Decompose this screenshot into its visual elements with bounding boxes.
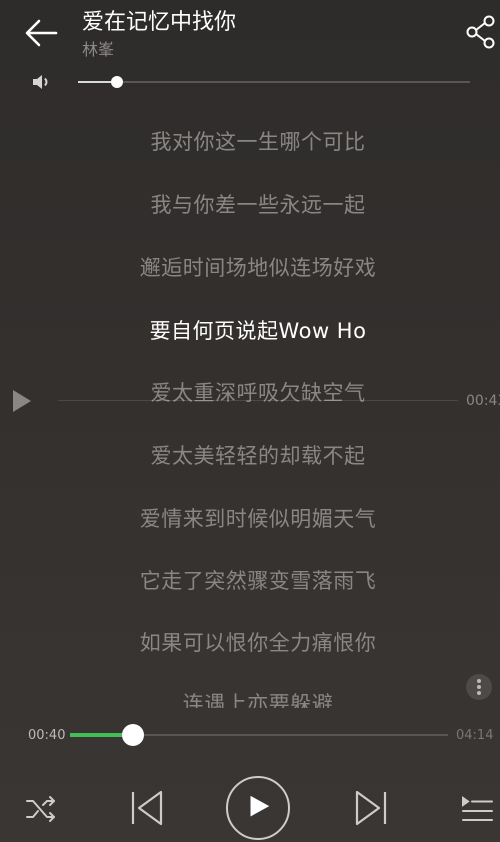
back-arrow-icon[interactable] bbox=[22, 14, 60, 52]
progress-thumb[interactable] bbox=[122, 724, 144, 746]
playlist-icon[interactable] bbox=[460, 792, 494, 826]
seek-play-icon[interactable] bbox=[10, 388, 34, 414]
share-icon[interactable] bbox=[464, 14, 498, 50]
lyric-line: 连遇上亦要躲避 bbox=[182, 692, 334, 708]
lyric-seek-time: 00:43 bbox=[466, 393, 500, 409]
lyric-line: 爱情来到时候似明媚天气 bbox=[139, 507, 377, 531]
volume-slider-track[interactable] bbox=[78, 81, 470, 83]
current-time: 00:40 bbox=[28, 728, 66, 743]
lyric-line: 爱太美轻轻的却载不起 bbox=[150, 444, 366, 468]
lyric-line-current: 要自何页说起Wow Ho bbox=[149, 319, 367, 343]
skip-previous-icon[interactable] bbox=[128, 788, 166, 828]
shuffle-icon[interactable] bbox=[24, 792, 58, 826]
lyric-line: 邂逅时间场地似连场好戏 bbox=[139, 256, 377, 280]
lyric-line: 它走了突然骤变雪落雨飞 bbox=[139, 569, 377, 593]
more-vertical-icon[interactable] bbox=[466, 674, 492, 700]
lyric-line: 我对你这一生哪个可比 bbox=[150, 130, 366, 154]
song-title: 爱在记忆中找你 bbox=[82, 10, 237, 35]
play-pause-button[interactable] bbox=[226, 776, 290, 840]
skip-next-icon[interactable] bbox=[352, 788, 390, 828]
lyric-line: 如果可以恨你全力痛恨你 bbox=[139, 631, 377, 655]
lyric-seek-line bbox=[58, 400, 458, 401]
artist-name: 林峯 bbox=[82, 40, 115, 59]
lyric-line: 我与你差一些永远一起 bbox=[150, 193, 366, 217]
volume-slider-thumb[interactable] bbox=[111, 76, 123, 88]
total-time: 04:14 bbox=[456, 728, 494, 743]
lyric-line: 爱太重深呼吸欠缺空气 bbox=[150, 381, 366, 405]
speaker-icon bbox=[33, 75, 48, 89]
play-icon bbox=[250, 795, 270, 817]
lyrics-view[interactable]: 我对你这一生哪个可比 我与你差一些永远一起 邂逅时间场地似连场好戏 要自何页说起… bbox=[0, 108, 500, 708]
